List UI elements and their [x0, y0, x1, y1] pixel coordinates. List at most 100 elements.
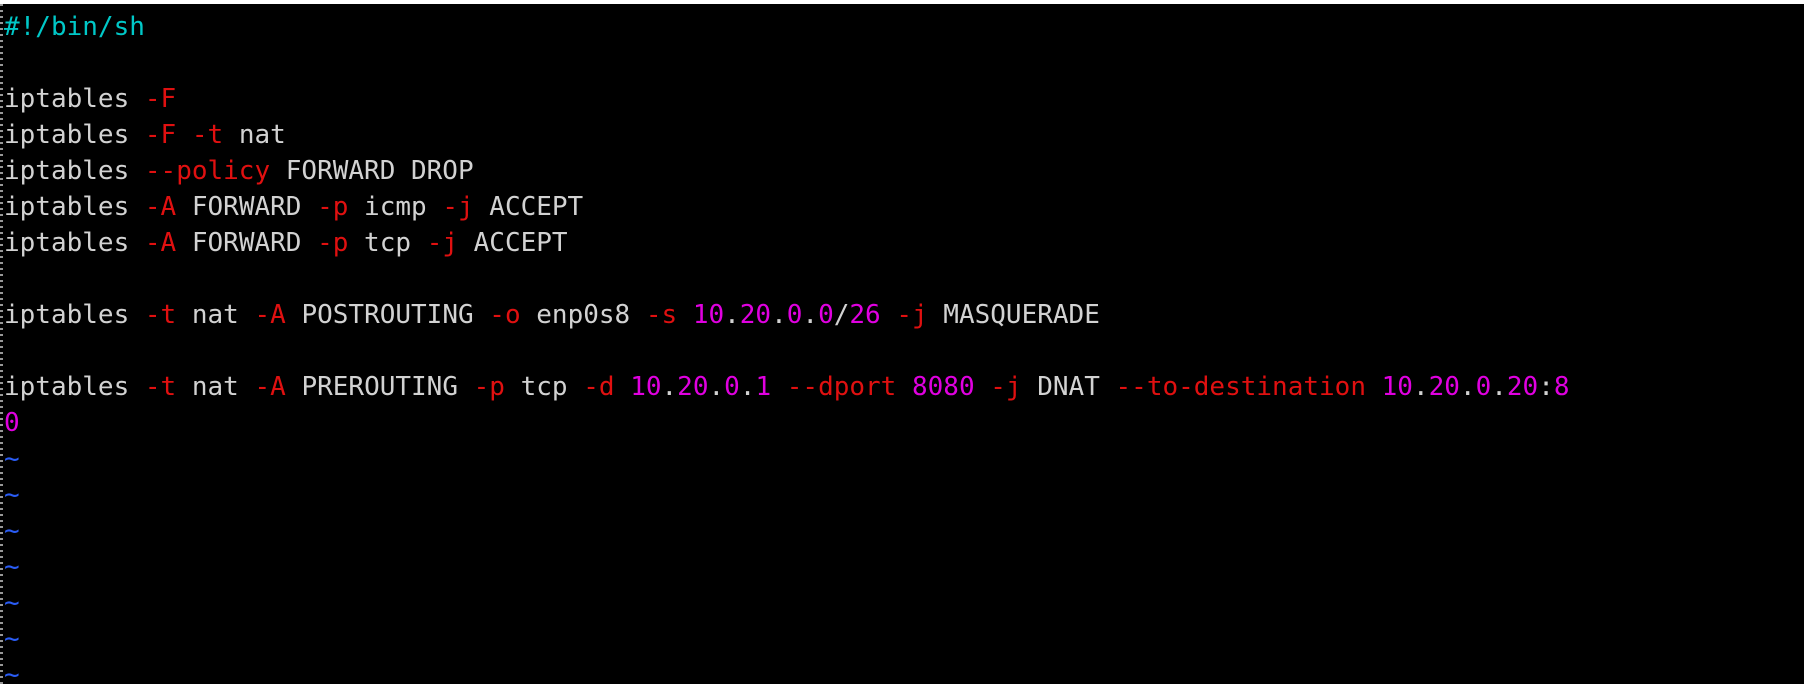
token-num: 0	[724, 372, 740, 402]
empty-buffer-tilde: ~	[4, 516, 20, 546]
token-flag: -j	[426, 228, 458, 258]
token-num: 10	[630, 372, 662, 402]
token-text: FORWARD	[176, 228, 318, 258]
script-line[interactable]: iptables -A FORWARD -p tcp -j ACCEPT	[4, 225, 1570, 261]
token-shebang: #!/bin/sh	[4, 12, 145, 42]
script-line[interactable]: iptables -t nat -A PREROUTING -p tcp -d …	[4, 369, 1570, 405]
empty-buffer-tilde: ~	[4, 624, 20, 654]
token-flag: -F	[144, 120, 177, 150]
vim-editor-buffer[interactable]: #!/bin/sh iptables -F iptables -F -t nat ip…	[4, 9, 1570, 684]
token-num: 20	[1428, 372, 1460, 402]
token-dot: .	[708, 372, 725, 402]
token-text: tcp	[348, 228, 427, 258]
token-num: 20	[677, 372, 709, 402]
token-flag: -p	[317, 228, 349, 258]
token-text: FORWARD DROP	[270, 156, 474, 186]
token-flag: -p	[473, 372, 505, 402]
left-gutter-marker	[0, 4, 3, 684]
blank-line[interactable]	[4, 333, 1570, 369]
token-flag: -d	[583, 372, 615, 402]
token-flag: --dport	[786, 372, 897, 402]
token-flag: -t	[144, 300, 177, 330]
script-line[interactable]: iptables -t nat -A POSTROUTING -o enp0s8…	[4, 297, 1570, 333]
token-num: 10	[1381, 372, 1413, 402]
empty-buffer-tilde: ~	[4, 588, 20, 618]
script-line[interactable]: iptables -A FORWARD -p icmp -j ACCEPT	[4, 189, 1570, 225]
token-num: 10	[692, 300, 725, 330]
token-dot: /	[833, 300, 850, 330]
token-dot: .	[1491, 372, 1507, 402]
token-flag: -A	[144, 228, 177, 258]
token-num: 0	[818, 300, 834, 330]
token-flag: -j	[896, 300, 928, 330]
token-dot: .	[802, 300, 819, 330]
token-num: 26	[849, 300, 881, 330]
token-dot: .	[739, 372, 756, 402]
token-text: ACCEPT	[458, 228, 568, 258]
empty-buffer-tilde: ~	[4, 660, 20, 684]
token-text: icmp	[348, 192, 443, 222]
token-dot: .	[771, 300, 787, 330]
token-flag: -t	[191, 120, 224, 150]
token-text: nat	[223, 120, 286, 150]
token-cmd: iptables	[4, 300, 145, 330]
token-num: 8080	[912, 372, 975, 402]
token-text: nat	[176, 300, 255, 330]
script-line[interactable]: iptables -F -t nat	[4, 117, 1570, 153]
token-text: POSTROUTING	[285, 300, 490, 330]
token-num: 20	[739, 300, 772, 330]
token-dot: .	[661, 372, 678, 402]
token-flag: -j	[990, 372, 1022, 402]
token-flag: -t	[144, 372, 177, 402]
token-dot: :	[1538, 372, 1554, 402]
script-line[interactable]: 0	[4, 405, 1570, 441]
token-num: 20	[1506, 372, 1539, 402]
token-text: PREROUTING	[285, 372, 474, 402]
token-flag: -A	[254, 300, 286, 330]
empty-buffer-tilde: ~	[4, 552, 20, 582]
token-text: tcp	[504, 372, 584, 402]
terminal-window[interactable]: #!/bin/sh iptables -F iptables -F -t nat ip…	[0, 4, 1804, 684]
blank-line[interactable]	[4, 261, 1570, 297]
token-flag: --to-destination	[1115, 372, 1366, 402]
token-num: 0	[4, 408, 20, 438]
token-num: 0	[786, 300, 803, 330]
token-text: ACCEPT	[473, 192, 584, 222]
empty-buffer-tilde: ~	[4, 480, 20, 510]
token-text: FORWARD	[176, 192, 318, 222]
token-cmd: iptables	[4, 156, 145, 186]
token-cmd: iptables	[4, 372, 145, 402]
token-flag: -A	[254, 372, 286, 402]
blank-line[interactable]	[4, 45, 1570, 81]
empty-buffer-tilde: ~	[4, 444, 20, 474]
script-line[interactable]: iptables --policy FORWARD DROP	[4, 153, 1570, 189]
token-flag: -A	[144, 192, 177, 222]
token-text: enp0s8	[520, 300, 646, 330]
token-cmd: iptables	[4, 120, 145, 150]
token-flag: -s	[645, 300, 678, 330]
token-flag: -j	[442, 192, 474, 222]
token-flag: -o	[489, 300, 521, 330]
token-text: nat	[176, 372, 255, 402]
token-cmd: iptables	[4, 228, 145, 258]
script-line[interactable]: iptables -F	[4, 81, 1570, 117]
token-flag: -F	[144, 84, 177, 114]
shebang-line[interactable]: #!/bin/sh	[4, 9, 1570, 45]
token-cmd: iptables	[4, 84, 145, 114]
token-num: 8	[1553, 372, 1570, 402]
token-dot: .	[724, 300, 740, 330]
token-flag: -p	[317, 192, 349, 222]
token-num: 0	[1475, 372, 1492, 402]
token-text: DNAT	[1021, 372, 1116, 402]
token-cmd: iptables	[4, 192, 145, 222]
token-text: MASQUERADE	[927, 300, 1100, 330]
token-num: 1	[755, 372, 772, 402]
token-dot: .	[1459, 372, 1476, 402]
